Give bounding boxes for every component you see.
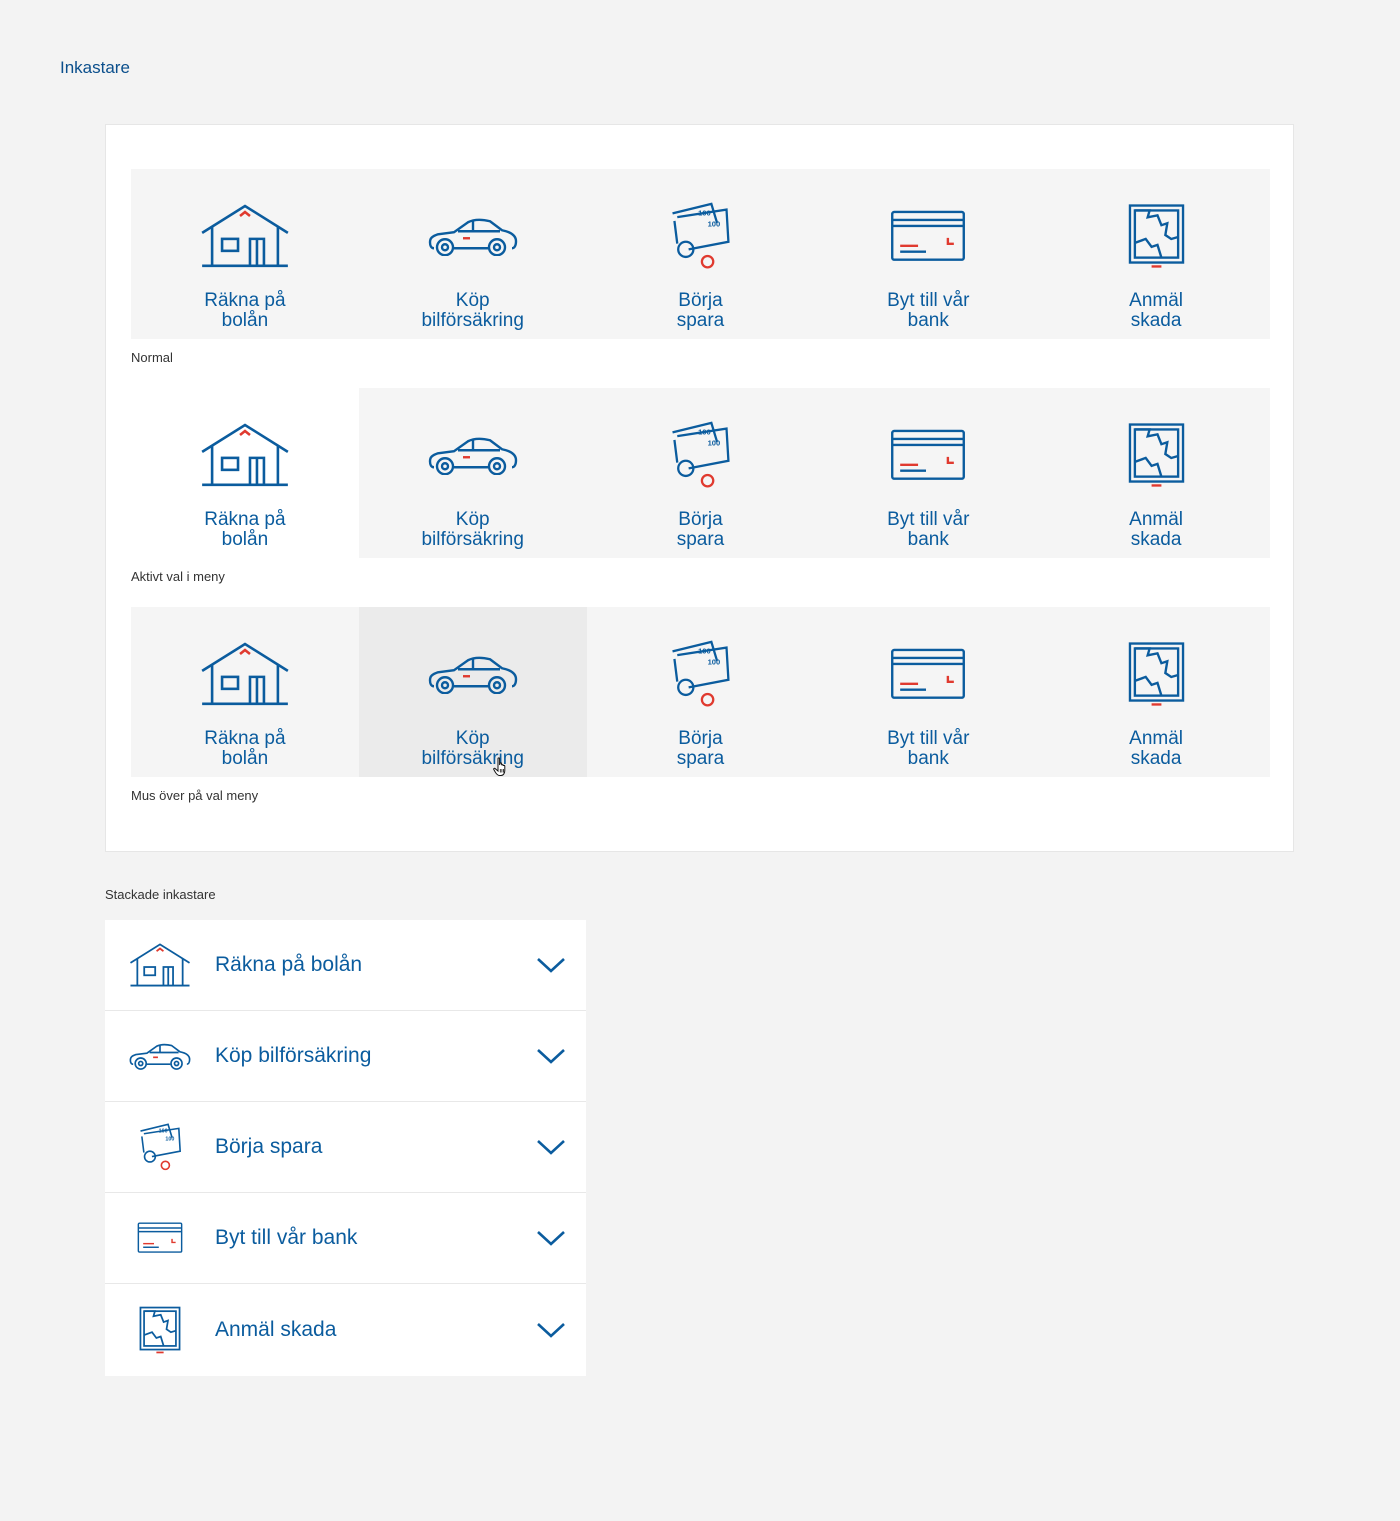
- tile-label-line1: Börja: [678, 509, 723, 530]
- tile-label-line1: Anmäl: [1129, 509, 1183, 530]
- stacked-item-byt-till-var-bank[interactable]: Byt till vår bank: [105, 1193, 586, 1284]
- svg-text:100: 100: [708, 220, 721, 229]
- tile-kop-bilforsakring[interactable]: Köp bilförsäkring: [359, 169, 587, 339]
- stacked-list: Räkna på bolån Köp bilförsäkring 100 100…: [105, 920, 586, 1376]
- tile-label-line1: Köp: [455, 728, 490, 749]
- tile-byt-till-var-bank[interactable]: Byt till vår bank: [814, 388, 1042, 558]
- tile-label-line2: spara: [676, 310, 725, 331]
- state-caption-normal: Normal: [131, 350, 173, 365]
- house-icon: [200, 199, 290, 273]
- tile-row-active: Räkna på bolån Köp bilförsäkring 100 100 B…: [131, 388, 1270, 558]
- state-caption-active: Aktivt val i meny: [131, 569, 225, 584]
- car-icon: [105, 1042, 215, 1070]
- tile-label-line2: bank: [907, 748, 949, 769]
- tile-borja-spara[interactable]: 100 100 Börja spara: [587, 607, 815, 777]
- tile-anmal-skada[interactable]: Anmäl skada: [1042, 169, 1270, 339]
- house-icon: [105, 943, 215, 988]
- state-caption-hover: Mus över på val meny: [131, 788, 259, 803]
- tile-label-line1: Räkna på: [204, 728, 286, 749]
- tile-kop-bilforsakring[interactable]: Köp bilförsäkring: [358, 607, 587, 777]
- tile-borja-spara[interactable]: 100 100 Börja spara: [587, 388, 815, 558]
- chevron-down-icon[interactable]: [516, 1321, 586, 1339]
- stacked-item-label: Börja spara: [215, 1135, 323, 1158]
- tile-byt-till-var-bank[interactable]: Byt till vår bank: [814, 169, 1042, 339]
- tile-label-line1: Börja: [678, 728, 723, 749]
- stacked-item-label: Byt till vår bank: [215, 1226, 358, 1249]
- tile-label-line1: Räkna på: [204, 290, 286, 311]
- broken-window-icon: [1128, 637, 1185, 711]
- tile-label-line2: bank: [907, 529, 949, 550]
- svg-text:100: 100: [699, 427, 712, 436]
- car-icon: [428, 637, 518, 711]
- tile-label-line1: Räkna på: [204, 509, 286, 530]
- tile-label-line1: Anmäl: [1129, 290, 1183, 311]
- stacked-item-label: Anmäl skada: [215, 1318, 337, 1341]
- card-icon: [890, 418, 966, 492]
- chevron-down-icon[interactable]: [516, 1229, 586, 1247]
- tile-anmal-skada[interactable]: Anmäl skada: [1042, 607, 1270, 777]
- tile-byt-till-var-bank[interactable]: Byt till vår bank: [814, 607, 1042, 777]
- stacked-caption: Stackade inkastare: [105, 887, 216, 902]
- chevron-down-icon[interactable]: [516, 1138, 586, 1156]
- tile-label-line1: Köp: [455, 509, 490, 530]
- money-icon: 100 100: [669, 199, 731, 273]
- tile-label-line1: Anmäl: [1129, 728, 1183, 749]
- stacked-item-kop-bilforsakring[interactable]: Köp bilförsäkring: [105, 1011, 586, 1102]
- tile-kop-bilforsakring[interactable]: Köp bilförsäkring: [359, 388, 587, 558]
- money-icon: 100 100: [669, 418, 731, 492]
- svg-text:100: 100: [165, 1136, 174, 1142]
- broken-window-icon: [105, 1302, 215, 1358]
- house-icon: [200, 418, 290, 492]
- svg-text:100: 100: [708, 439, 721, 448]
- tile-label-line2: bolån: [221, 529, 269, 550]
- svg-text:100: 100: [699, 646, 712, 655]
- svg-text:100: 100: [708, 658, 721, 667]
- tile-label-line2: bilförsäkring: [421, 310, 524, 331]
- tile-label-line2: bilförsäkring: [421, 529, 524, 550]
- chevron-down-icon[interactable]: [516, 956, 586, 974]
- tile-label-line1: Byt till vår: [887, 290, 970, 311]
- tile-rakna-pa-bolan[interactable]: Räkna på bolån: [131, 607, 359, 777]
- tile-label-line2: bolån: [221, 748, 269, 769]
- tile-label-line2: skada: [1130, 529, 1182, 550]
- stacked-item-label: Räkna på bolån: [215, 953, 363, 976]
- tile-label-line2: skada: [1130, 748, 1182, 769]
- money-icon: 100 100: [105, 1123, 215, 1171]
- tile-label-line2: skada: [1130, 310, 1182, 331]
- tile-label-line1: Börja: [678, 290, 723, 311]
- stacked-item-rakna-pa-bolan[interactable]: Räkna på bolån: [105, 920, 586, 1011]
- tile-row-hover: Räkna påbolån Köpbilförsäkring 100 100: [131, 607, 1270, 777]
- tile-label-line2: spara: [676, 748, 725, 769]
- svg-text:100: 100: [699, 208, 712, 217]
- card-icon: [890, 199, 966, 273]
- broken-window-icon: [1128, 418, 1185, 492]
- tile-row-normal: Räkna på bolån Köp bilförsäkring 100 100 B…: [131, 169, 1270, 339]
- card-icon: [105, 1222, 215, 1254]
- tile-label-line2: spara: [676, 529, 725, 550]
- inkastare-panel: Räkna på bolån Köp bilförsäkring 100 100 B…: [105, 124, 1294, 852]
- house-icon: [200, 637, 290, 711]
- tile-label-line1: Byt till vår: [887, 728, 970, 749]
- tile-label-line1: Byt till vår: [887, 509, 970, 530]
- stacked-item-borja-spara[interactable]: 100 100 Börja spara: [105, 1102, 586, 1193]
- car-icon: [428, 199, 518, 273]
- card-icon: [890, 637, 966, 711]
- page-title: Inkastare: [60, 58, 130, 77]
- tile-rakna-pa-bolan[interactable]: Räkna på bolån: [131, 169, 359, 339]
- car-icon: [428, 418, 518, 492]
- tile-rakna-pa-bolan[interactable]: Räkna på bolån: [131, 388, 359, 558]
- chevron-down-icon[interactable]: [516, 1047, 586, 1065]
- tile-label-line2: bolån: [221, 310, 269, 331]
- hand-cursor-icon: [492, 757, 509, 777]
- stacked-item-label: Köp bilförsäkring: [215, 1044, 372, 1067]
- money-icon: 100 100: [669, 637, 731, 711]
- tile-label-line1: Köp: [455, 290, 490, 311]
- tile-anmal-skada[interactable]: Anmäl skada: [1042, 388, 1270, 558]
- svg-text:100: 100: [159, 1128, 168, 1134]
- tile-borja-spara[interactable]: 100 100 Börja spara: [587, 169, 815, 339]
- stacked-item-anmal-skada[interactable]: Anmäl skada: [105, 1284, 586, 1376]
- broken-window-icon: [1128, 199, 1185, 273]
- tile-label-line2: bank: [907, 310, 949, 331]
